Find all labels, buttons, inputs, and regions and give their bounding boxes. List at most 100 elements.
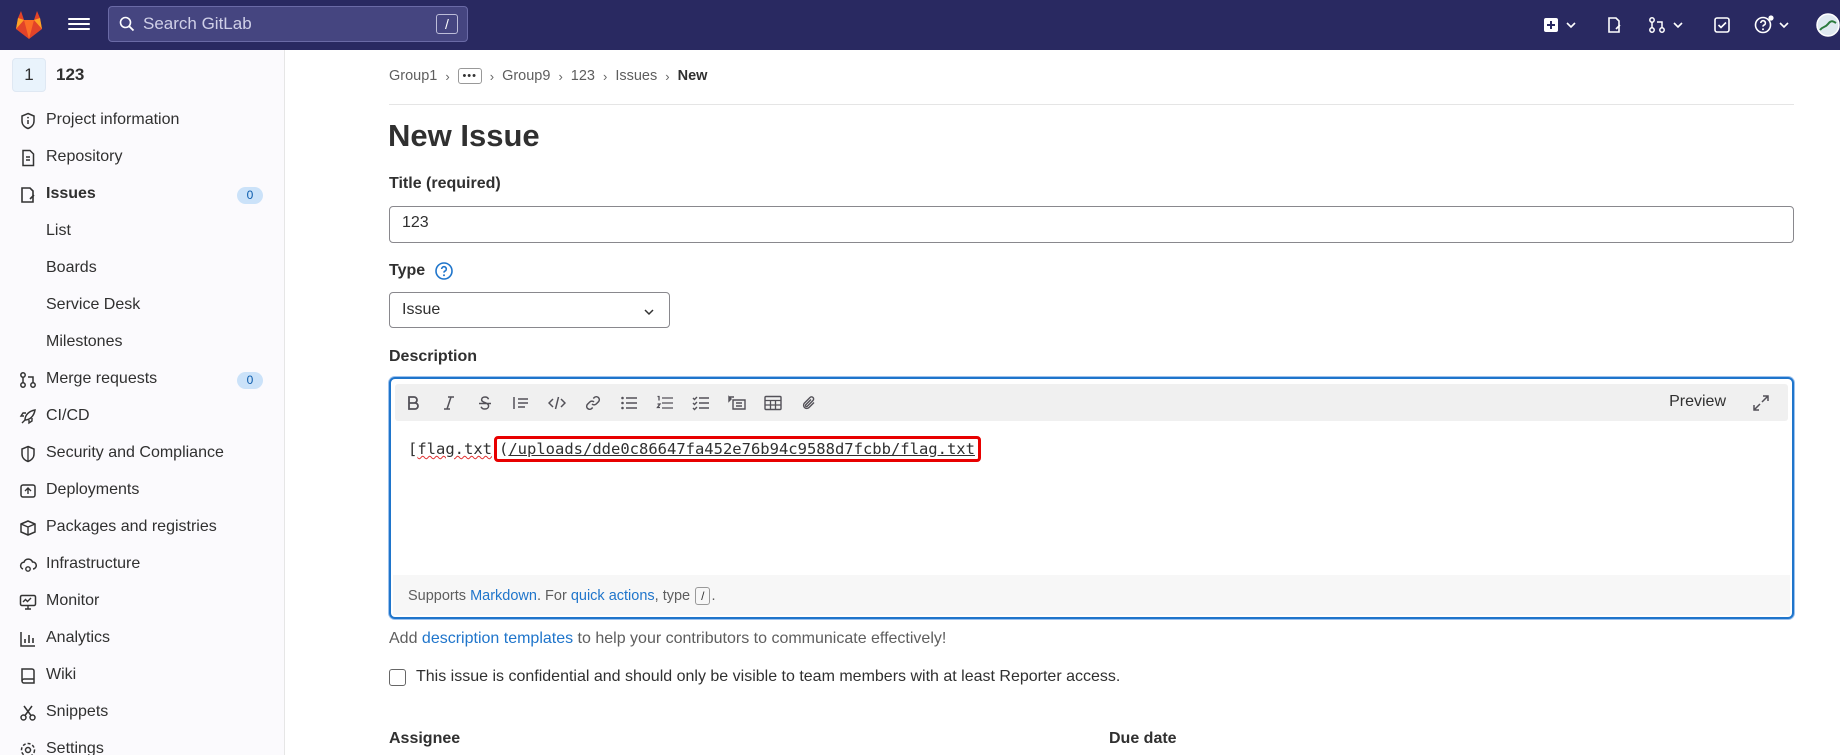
confidential-checkbox[interactable] xyxy=(389,668,406,686)
title-input[interactable]: 123 xyxy=(389,206,1794,243)
sidebar-item-ci-cd[interactable]: CI/CD xyxy=(0,399,285,433)
sidebar-item-issues[interactable]: Issues 0 xyxy=(0,177,285,211)
sidebar-item-service-desk[interactable]: Service Desk xyxy=(0,288,285,322)
chevron-down-icon xyxy=(1566,22,1576,29)
sidebar: 1 123 Project information Repository Iss… xyxy=(0,50,285,755)
help-icon xyxy=(1754,15,1774,34)
sidebar-item-merge-requests[interactable]: Merge requests 0 xyxy=(0,362,285,396)
collapsible-section-button[interactable] xyxy=(727,393,747,413)
merge-request-icon xyxy=(20,372,36,388)
sidebar-item-label: Analytics xyxy=(46,629,111,646)
issues-shortcut-button[interactable] xyxy=(1605,13,1623,37)
bold-icon xyxy=(408,396,419,410)
task-list-button[interactable] xyxy=(691,393,711,413)
attach-file-button[interactable] xyxy=(799,393,819,413)
sidebar-item-infrastructure[interactable]: Infrastructure xyxy=(0,547,285,581)
sidebar-item-boards[interactable]: Boards xyxy=(0,251,285,285)
create-new-button[interactable] xyxy=(1543,13,1577,37)
monitor-icon xyxy=(19,594,37,610)
page-title: New Issue xyxy=(388,118,540,153)
sidebar-item-monitor[interactable]: Monitor xyxy=(0,584,285,618)
issues-icon xyxy=(1608,17,1621,33)
sidebar-item-label: Monitor xyxy=(46,592,100,609)
italic-button[interactable] xyxy=(439,393,459,413)
chevron-down-icon xyxy=(644,309,654,316)
task-list-icon xyxy=(692,396,709,411)
quick-actions-link[interactable]: quick actions xyxy=(571,588,655,604)
bold-button[interactable] xyxy=(403,393,423,413)
help-button[interactable] xyxy=(1754,13,1790,37)
paperclip-icon xyxy=(802,396,815,410)
markdown-link[interactable]: Markdown xyxy=(470,588,537,604)
bullet-list-button[interactable] xyxy=(619,393,639,413)
book-icon xyxy=(21,668,35,684)
strikethrough-button[interactable] xyxy=(475,393,495,413)
sidebar-item-packages-and-registries[interactable]: Packages and registries xyxy=(0,510,285,544)
description-templates-link[interactable]: description templates xyxy=(422,630,573,647)
sidebar-item-label: Boards xyxy=(46,259,97,276)
sidebar-item-label: Deployments xyxy=(46,481,140,498)
sidebar-item-milestones[interactable]: Milestones xyxy=(0,325,285,359)
project-name: 123 xyxy=(56,65,85,84)
sidebar-item-label: Milestones xyxy=(46,333,123,350)
details-block-icon xyxy=(728,395,746,410)
sidebar-item-wiki[interactable]: Wiki xyxy=(0,658,285,692)
project-header[interactable]: 1 123 xyxy=(12,58,84,92)
project-info-icon xyxy=(21,112,35,130)
search-input[interactable]: Search GitLab / xyxy=(108,6,468,42)
due-date-label: Due date xyxy=(1109,730,1177,747)
table-icon xyxy=(764,395,782,411)
confidential-option[interactable]: This issue is confidential and should on… xyxy=(389,668,1120,686)
maximize-icon[interactable] xyxy=(1752,394,1770,412)
breadcrumb-item-group1[interactable]: Group1 xyxy=(389,68,437,84)
repository-icon xyxy=(22,149,35,167)
sidebar-item-label: Wiki xyxy=(46,666,77,683)
sidebar-item-settings[interactable]: Settings xyxy=(0,732,285,755)
quote-button[interactable] xyxy=(511,393,531,413)
breadcrumb-item-group9[interactable]: Group9 xyxy=(502,68,550,84)
preview-button[interactable]: Preview xyxy=(1669,393,1726,411)
code-button[interactable] xyxy=(547,393,567,413)
search-icon xyxy=(119,16,135,32)
menu-icon[interactable] xyxy=(68,15,90,35)
chevron-right-icon: › xyxy=(602,68,608,84)
breadcrumb: Group1 › ••• › Group9 › 123 › Issues › N… xyxy=(389,68,707,84)
sidebar-item-label: Snippets xyxy=(46,703,109,720)
merge-requests-shortcut-button[interactable] xyxy=(1648,13,1684,37)
assignee-label: Assignee xyxy=(389,730,461,747)
numbered-list-icon xyxy=(656,395,673,409)
sidebar-item-snippets[interactable]: Snippets xyxy=(0,695,285,729)
sidebar-item-analytics[interactable]: Analytics xyxy=(0,621,285,655)
description-textarea[interactable]: [flag.txt (/uploads/dde0c86647fa452e76b94… xyxy=(408,436,981,462)
link-button[interactable] xyxy=(583,393,603,413)
snippet-icon xyxy=(20,705,36,721)
gitlab-logo-icon[interactable] xyxy=(12,8,46,42)
description-editor[interactable]: Preview [flag.txt (/uploads/dde0c86647fa4… xyxy=(389,377,1794,619)
shield-icon xyxy=(21,445,35,463)
todos-button[interactable] xyxy=(1713,13,1731,37)
sidebar-item-deployments[interactable]: Deployments xyxy=(0,473,285,507)
user-avatar[interactable] xyxy=(1816,13,1840,37)
editor-footer: Supports Markdown. For quick actions, ty… xyxy=(393,575,1790,615)
chevron-right-icon: › xyxy=(445,68,450,84)
search-shortcut-key: / xyxy=(436,14,458,34)
table-button[interactable] xyxy=(763,393,783,413)
sidebar-item-label: Infrastructure xyxy=(46,555,141,572)
breadcrumb-ellipsis-button[interactable]: ••• xyxy=(457,68,482,84)
breadcrumb-current: New xyxy=(677,68,708,84)
plus-square-icon xyxy=(1544,18,1558,32)
sidebar-item-project-information[interactable]: Project information xyxy=(0,103,285,137)
breadcrumb-item-issues[interactable]: Issues xyxy=(615,68,657,84)
type-select[interactable]: Issue xyxy=(389,292,670,328)
type-select-value: Issue xyxy=(402,301,441,318)
sidebar-item-list[interactable]: List xyxy=(0,214,285,248)
sidebar-item-label: CI/CD xyxy=(46,407,90,424)
sidebar-item-repository[interactable]: Repository xyxy=(0,140,285,174)
footer-text: . xyxy=(711,588,716,604)
sidebar-item-security-and-compliance[interactable]: Security and Compliance xyxy=(0,436,285,470)
cloud-gear-icon xyxy=(19,558,37,572)
breadcrumb-item-project[interactable]: 123 xyxy=(571,68,595,84)
numbered-list-button[interactable] xyxy=(655,393,675,413)
question-circle-icon[interactable] xyxy=(434,261,454,281)
search-placeholder: Search GitLab xyxy=(143,14,252,33)
